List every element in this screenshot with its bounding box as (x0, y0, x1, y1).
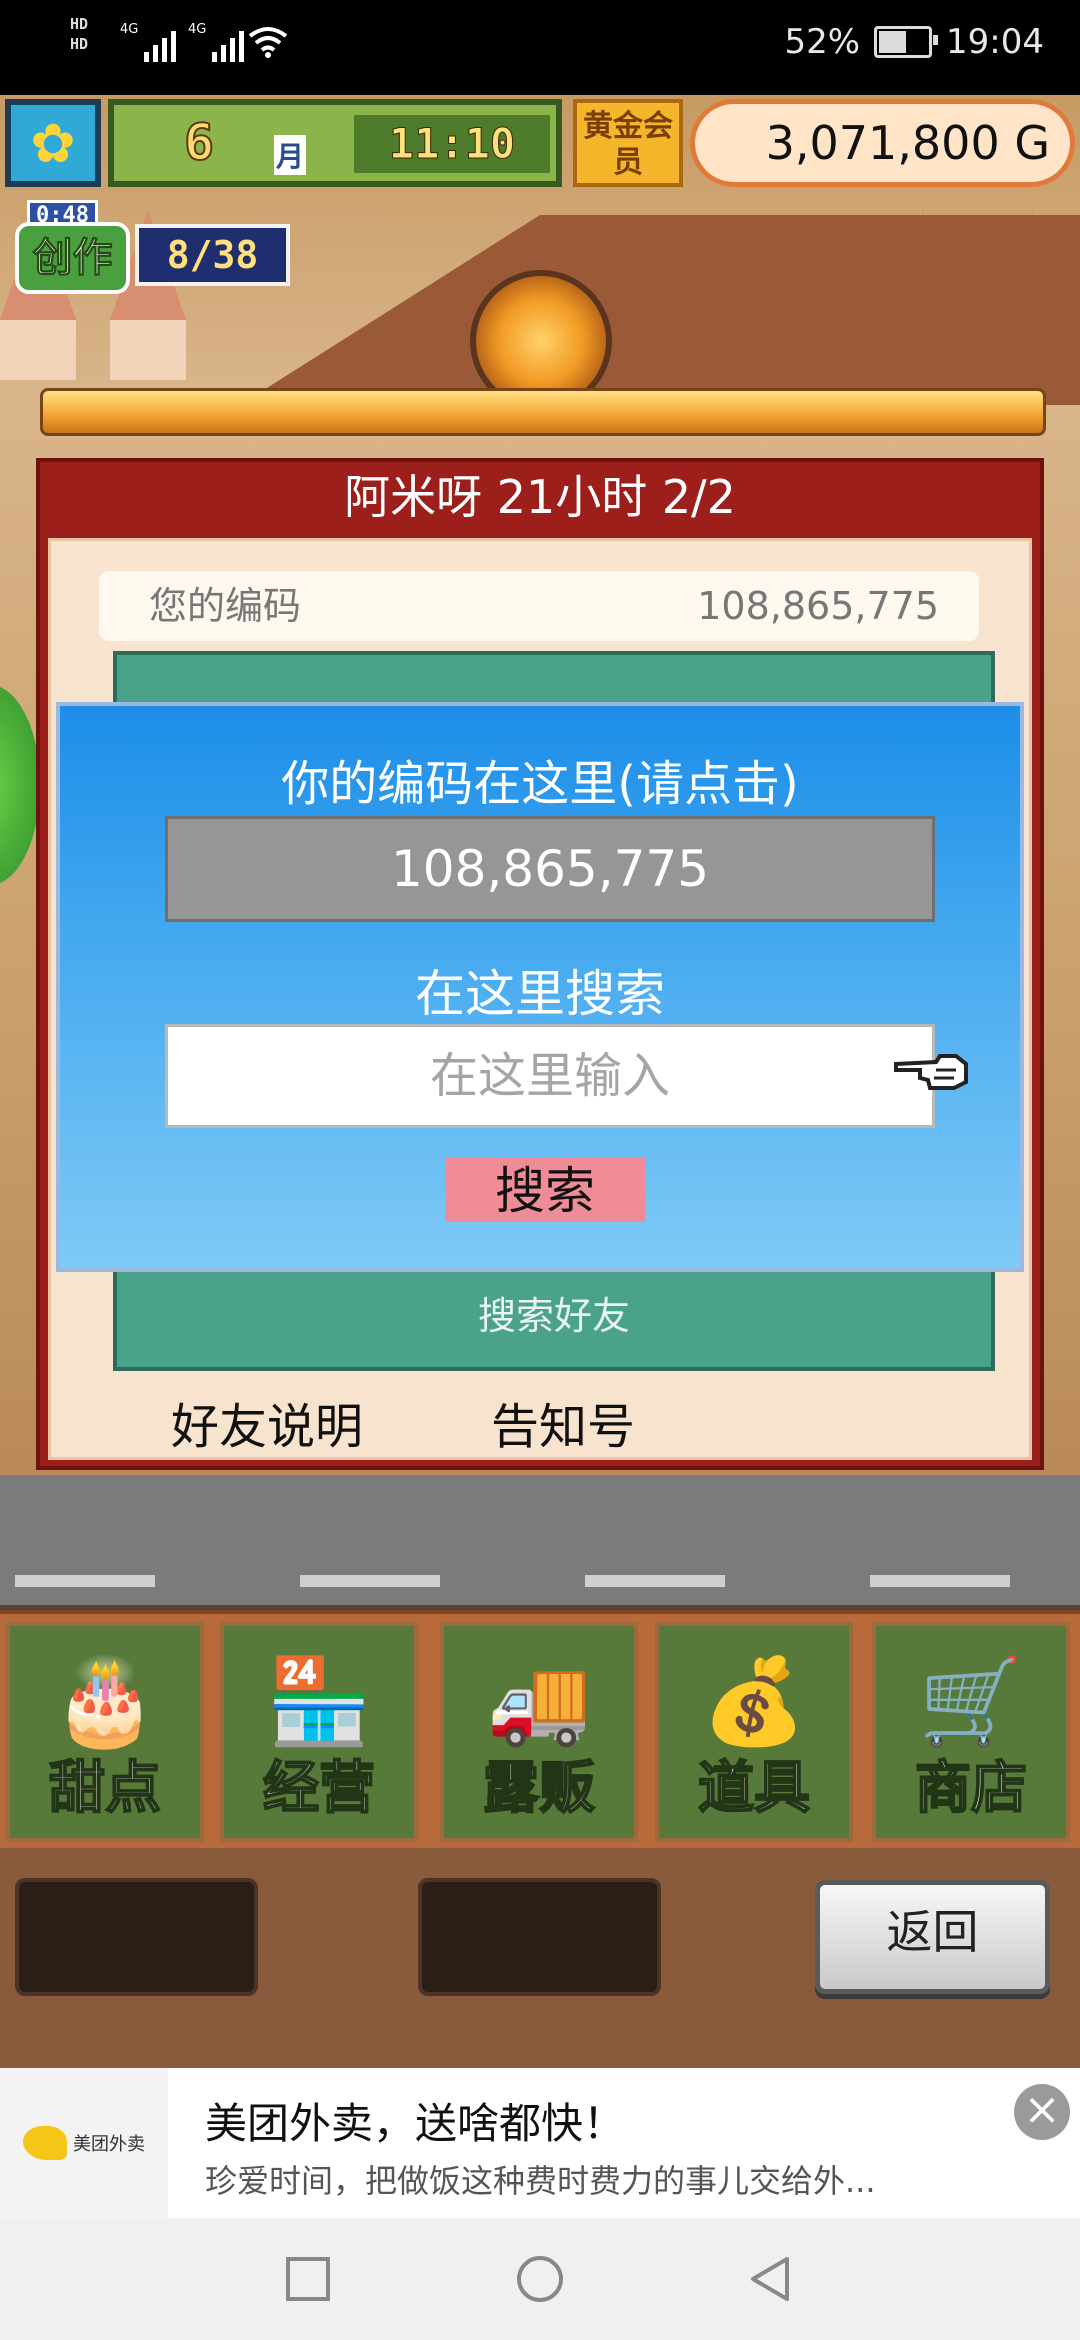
clock: 19:04 (946, 22, 1044, 62)
signal-icon: 4G (188, 22, 245, 62)
back-icon[interactable] (745, 2254, 795, 2304)
menu-item-stall[interactable]: 🚚 露贩 (440, 1622, 638, 1842)
ad-logo: 美团外卖 (0, 2068, 168, 2218)
gold-member-badge[interactable]: 黄金会员 (573, 99, 683, 187)
signal-icon: 4G (120, 22, 177, 62)
footer-panel: 返回 (0, 1848, 1080, 2068)
status-bar: HD HD 4G 4G 52% 19:04 (0, 0, 1080, 95)
game-time: 11:10 (354, 115, 550, 173)
your-code-value: 108,865,775 (697, 584, 939, 628)
panel-title: 阿米呀 21小时 2/2 (344, 470, 736, 524)
create-badge[interactable]: 0:48 创作 8/38 (15, 200, 290, 300)
menu-item-label: 商店 (914, 1755, 1028, 1822)
month-label: 月 (274, 135, 307, 175)
menu-item-label: 甜点 (48, 1755, 162, 1822)
food-truck-icon: 🚚 (486, 1652, 592, 1750)
search-button[interactable]: 搜索 (445, 1158, 645, 1222)
close-icon[interactable]: × (1014, 2084, 1070, 2140)
shop-building-icon: 🏪 (266, 1652, 372, 1750)
month-value: 6 (183, 112, 215, 172)
menu-item-label: 道具 (697, 1755, 811, 1822)
menu-item-dessert[interactable]: 🎂 甜点 (6, 1622, 204, 1842)
menu-item-label: 经营 (262, 1755, 376, 1822)
empty-slot (15, 1878, 258, 1996)
wifi-icon (248, 27, 288, 58)
recent-apps-icon[interactable] (283, 2254, 333, 2304)
pointing-hand-icon (894, 1054, 968, 1090)
ad-description: 珍爱时间，把做饭这种费时费力的事儿交给外... (205, 2162, 876, 2200)
search-friend-ghost-bottom[interactable]: 搜索好友 (117, 1285, 991, 1340)
kangaroo-logo-icon (23, 2126, 67, 2160)
menu-item-store[interactable]: 🛒 商店 (872, 1622, 1070, 1842)
search-input[interactable] (165, 1024, 935, 1128)
shopping-cart-icon: 🛒 (918, 1652, 1024, 1750)
game-menu: 🎂 甜点 🏪 经营 🚚 露贩 💰 道具 🛒 商店 (0, 1610, 1080, 1849)
notice-number-link[interactable]: 告知号 (491, 1387, 635, 1457)
items-bag-icon: 💰 (701, 1652, 807, 1750)
building-roof (240, 215, 1080, 405)
dialog-title: 你的编码在这里(请点击) (281, 756, 799, 812)
ad-title: 美团外卖，送啥都快！ (205, 2099, 626, 2148)
your-code-button[interactable]: 108,865,775 (165, 816, 935, 922)
cake-icon: 🎂 (52, 1652, 158, 1750)
menu-item-management[interactable]: 🏪 经营 (220, 1622, 418, 1842)
battery-icon (874, 26, 939, 58)
tree (0, 685, 40, 885)
calendar-display: 6 月 11:10 (108, 99, 562, 187)
sunflower-icon[interactable]: ✿ (5, 99, 101, 187)
search-label: 在这里搜索 (415, 965, 665, 1023)
your-code-label: 您的编码 (149, 584, 302, 628)
top-hud: ✿ 6 月 11:10 黄金会员 3,071,800 G (0, 95, 1080, 195)
friend-explain-link[interactable]: 好友说明 (171, 1387, 363, 1457)
money-display: 3,071,800 G (690, 99, 1075, 187)
menu-item-items[interactable]: 💰 道具 (655, 1622, 853, 1842)
your-code-row: 您的编码 108,865,775 (99, 571, 979, 641)
back-button[interactable]: 返回 (815, 1880, 1050, 1994)
home-icon[interactable] (515, 2254, 565, 2304)
create-label: 创作 (15, 222, 130, 294)
ad-banner[interactable]: 美团外卖 美团外卖，送啥都快！ 珍爱时间，把做饭这种费时费力的事儿交给外... … (0, 2068, 1080, 2218)
navigation-bar (0, 2218, 1080, 2340)
hd-indicator: HD HD (70, 15, 89, 53)
building-beam (40, 388, 1046, 436)
empty-slot (418, 1878, 661, 1996)
battery-percent: 52% (784, 22, 861, 62)
menu-item-label: 露贩 (482, 1755, 596, 1822)
create-count: 8/38 (135, 224, 290, 286)
search-dialog: 你的编码在这里(请点击) 108,865,775 在这里搜索 搜索 (56, 702, 1024, 1272)
